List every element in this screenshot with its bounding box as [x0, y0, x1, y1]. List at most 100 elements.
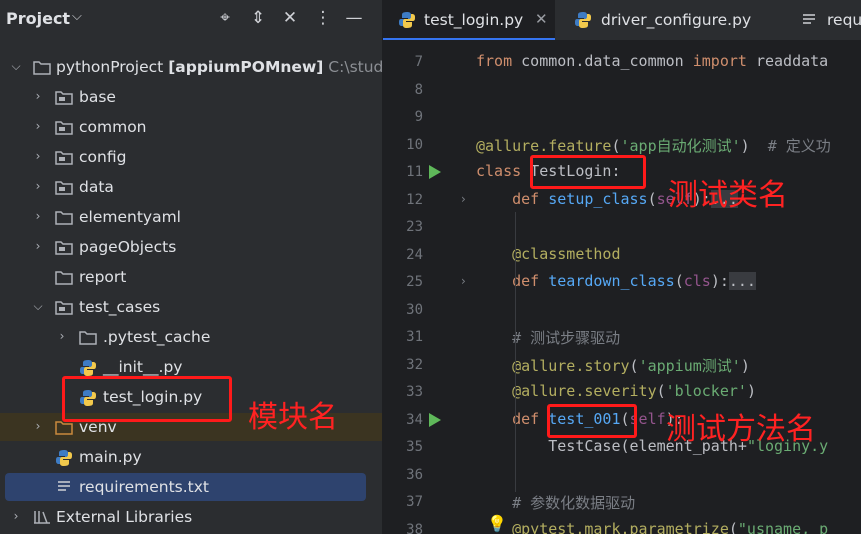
code-token: # 定义功 [767, 136, 831, 155]
expand-collapse-icon[interactable]: ⇕ [248, 8, 268, 28]
tree-item-label: main.py [79, 448, 142, 466]
library-icon [34, 511, 50, 524]
close-icon[interactable]: ✕ [535, 10, 548, 28]
project-panel-title[interactable]: Project [6, 9, 70, 28]
run-icon[interactable] [429, 412, 441, 427]
crosshair-icon[interactable]: ⌖ [215, 8, 235, 28]
line-number: 35 [406, 439, 423, 455]
tab-label: requ [827, 11, 861, 29]
tree-item-label: pageObjects [79, 238, 177, 256]
code-token: ) [746, 382, 756, 400]
tree-item-main-py[interactable]: main.py [0, 443, 382, 471]
code-token: class [476, 162, 522, 180]
line-number: 11 [406, 164, 423, 180]
code-token: def [512, 409, 540, 428]
chevron-right-icon[interactable]: › [32, 149, 44, 163]
tree-item-label: __init__.py [103, 358, 183, 376]
project-panel-header: Project ⌵ ⌖ ⇕ ✕ ⋮ — [0, 0, 382, 40]
tree-item-label: report [79, 268, 127, 286]
folder-icon [79, 331, 97, 345]
tree-item-config[interactable]: › config [0, 143, 382, 171]
tree-item-external-libraries[interactable]: › External Libraries [0, 503, 382, 531]
code-token: @allure.severity [512, 382, 657, 400]
chevron-right-icon[interactable]: › [32, 119, 44, 133]
code-token: ... [728, 272, 756, 290]
python-file-icon [575, 12, 591, 28]
project-panel: Project ⌵ ⌖ ⇕ ✕ ⋮ — ⌵ pythonProject [app… [0, 0, 382, 534]
code-token: 'blocker' [665, 382, 747, 400]
code-line[interactable]: def teardown_class(cls):... [476, 272, 756, 290]
code-token: ( [656, 382, 666, 400]
tree-item-data[interactable]: › data [0, 173, 382, 201]
chevron-right-icon[interactable]: › [32, 209, 44, 223]
chevron-right-icon[interactable]: › [10, 509, 22, 523]
indent-guide [515, 212, 516, 492]
tree-item-label: common [79, 118, 147, 136]
module-name: [appiumPOMnew] [168, 58, 324, 76]
code-token: def [512, 272, 540, 290]
chevron-down-icon[interactable]: ⌵ [10, 59, 22, 74]
fold-icon[interactable]: › [461, 192, 466, 206]
folder-icon [55, 301, 73, 315]
chevron-down-icon[interactable]: ⌵ [32, 299, 44, 314]
code-token: ( [728, 519, 738, 534]
tree-item-root[interactable]: ⌵ pythonProject [appiumPOMnew] C:\stud [0, 53, 382, 81]
code-line[interactable]: # 测试步骤驱动 [476, 327, 620, 348]
chevron-down-icon[interactable]: ⌵ [72, 9, 82, 24]
method-name-annotation: 测试方法名 [666, 412, 816, 447]
chevron-right-icon[interactable]: › [32, 89, 44, 103]
line-number: 24 [406, 246, 423, 263]
code-line[interactable]: from common.data_common import readdata [476, 52, 828, 70]
run-icon[interactable] [429, 165, 441, 179]
tab-requirements[interactable]: requ [793, 0, 861, 40]
collapse-all-icon[interactable]: ✕ [280, 8, 300, 28]
tree-item-test-cases[interactable]: ⌵ test_cases [0, 293, 382, 321]
tab-test-login[interactable]: test_login.py ✕ [383, 0, 555, 40]
python-file-icon [80, 360, 96, 376]
code-line[interactable]: @allure.severity('blocker') [476, 382, 756, 400]
tab-driver-configure[interactable]: driver_configure.py [558, 0, 773, 40]
code-token: from [476, 52, 513, 70]
code-token: # 参数化数据驱动 [512, 494, 636, 512]
code-token: # 测试步骤驱动 [512, 329, 621, 347]
code-token: common.data_common [512, 52, 693, 70]
code-line[interactable]: @allure.feature('app自动化测试') # 定义功 [476, 135, 831, 156]
folder-icon [55, 91, 73, 105]
tree-item-pageobjects[interactable]: › pageObjects [0, 233, 382, 261]
fold-icon[interactable]: › [461, 274, 466, 288]
tree-item-base[interactable]: › base [0, 83, 382, 111]
tree-item-requirements[interactable]: requirements.txt [5, 473, 366, 501]
folder-icon [55, 241, 73, 255]
tree-item-pytest-cache[interactable]: › .pytest_cache [0, 323, 382, 351]
code-line[interactable]: @allure.story('appium测试') [476, 355, 750, 376]
code-token: ): [710, 272, 729, 290]
line-number: 23 [406, 219, 423, 235]
code-token: ) [740, 136, 768, 155]
chevron-right-icon[interactable]: › [32, 179, 44, 193]
line-number: 8 [414, 81, 423, 98]
hide-icon[interactable]: — [344, 8, 364, 28]
tree-item-label: External Libraries [56, 508, 193, 526]
chevron-right-icon[interactable]: › [56, 329, 68, 343]
lightbulb-icon[interactable]: 💡 [487, 514, 507, 533]
editor-panel: test_login.py ✕ driver_configure.py requ… [383, 0, 861, 534]
code-token: ( [629, 356, 639, 375]
line-number: 25 [406, 274, 423, 290]
chevron-right-icon[interactable]: › [32, 419, 44, 433]
chevron-right-icon[interactable]: › [32, 239, 44, 253]
code-line[interactable]: @classmethod [476, 245, 620, 263]
code-token: 'appium测试' [638, 356, 741, 375]
code-line[interactable]: # 参数化数据驱动 [476, 492, 635, 513]
code-token: @allure.story [512, 356, 630, 375]
tree-item-common[interactable]: › common [0, 113, 382, 141]
tree-item-report[interactable]: report [0, 263, 382, 291]
tree-item-elementyaml[interactable]: › elementyaml [0, 203, 382, 231]
tree-item-label: data [79, 178, 114, 196]
more-options-icon[interactable]: ⋮ [313, 8, 333, 28]
code-line[interactable]: @pytest.mark.parametrize("usname, p [476, 520, 828, 534]
code-token: ( [674, 272, 684, 290]
